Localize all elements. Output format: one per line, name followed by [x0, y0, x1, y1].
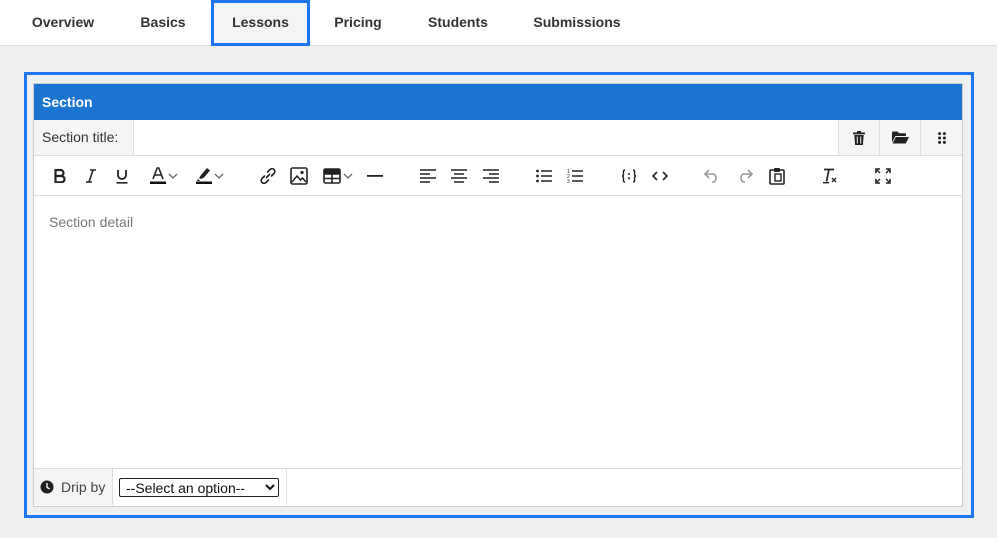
drag-handle-icon: [937, 131, 946, 144]
tab-pricing[interactable]: Pricing: [318, 0, 398, 46]
clear-format-icon: [823, 168, 837, 184]
link-icon: [260, 167, 276, 185]
clear-formatting-button[interactable]: [820, 165, 840, 187]
underline-button[interactable]: [112, 165, 132, 187]
section-detail-editor[interactable]: Section detail: [34, 196, 962, 468]
align-left-icon: [420, 169, 436, 183]
folder-open-icon: [891, 131, 909, 144]
image-icon: [290, 167, 308, 185]
tab-bar: Overview Basics Lessons Pricing Students…: [0, 0, 997, 46]
tab-submissions[interactable]: Submissions: [522, 0, 632, 46]
align-right-icon: [483, 169, 499, 183]
bold-button[interactable]: [50, 165, 70, 187]
bullet-list-button[interactable]: [534, 165, 554, 187]
redo-button[interactable]: [735, 165, 755, 187]
drip-select[interactable]: --Select an option--: [119, 477, 279, 497]
align-right-button[interactable]: [481, 165, 501, 187]
numbered-list-icon: 123: [567, 169, 583, 184]
section-title-label: Section title:: [34, 120, 134, 155]
table-icon: [323, 168, 341, 184]
code-block-icon: [621, 169, 637, 183]
highlighter-icon: [196, 168, 212, 184]
chevron-down-icon: [214, 173, 224, 179]
redo-icon: [740, 169, 753, 183]
underline-icon: [116, 169, 128, 184]
highlight-color-button[interactable]: [190, 165, 230, 187]
chevron-down-icon: [343, 173, 353, 179]
image-button[interactable]: [289, 165, 309, 187]
source-code-button[interactable]: [650, 165, 670, 187]
drag-handle-button[interactable]: [920, 120, 962, 155]
align-center-button[interactable]: [449, 165, 469, 187]
code-block-button[interactable]: [619, 165, 639, 187]
clipboard-icon: [769, 168, 785, 185]
tab-lessons[interactable]: Lessons: [211, 0, 310, 46]
horizontal-line-icon: [367, 175, 383, 177]
paste-button[interactable]: [767, 165, 787, 187]
undo-button[interactable]: [702, 165, 722, 187]
delete-button[interactable]: [838, 120, 879, 155]
fullscreen-button[interactable]: [873, 165, 893, 187]
undo-icon: [704, 169, 717, 183]
drip-label-text: Drip by: [61, 479, 106, 495]
svg-text:3: 3: [567, 179, 570, 184]
fullscreen-icon: [875, 168, 891, 184]
italic-button[interactable]: [81, 165, 101, 187]
tab-students[interactable]: Students: [414, 0, 502, 46]
bullet-list-icon: [536, 169, 552, 183]
editor-toolbar: 123: [34, 156, 962, 196]
section-title-input[interactable]: [134, 120, 838, 155]
bold-icon: [54, 169, 66, 183]
open-folder-button[interactable]: [879, 120, 920, 155]
table-button[interactable]: [320, 165, 356, 187]
horizontal-rule-button[interactable]: [365, 165, 385, 187]
drip-select-cell: --Select an option--: [113, 469, 287, 505]
tab-basics[interactable]: Basics: [124, 0, 202, 46]
drip-label: Drip by: [34, 469, 113, 505]
section-header: Section: [34, 84, 962, 120]
section-panel: Section Section title: 1 2 3 Section det…: [33, 83, 963, 507]
drip-row: Drip by --Select an option--: [34, 468, 962, 505]
trash-icon: [853, 130, 865, 145]
section-title-row: Section title:: [34, 120, 962, 156]
text-color-icon: [150, 167, 166, 184]
source-code-icon: [652, 171, 668, 181]
tab-overview[interactable]: Overview: [24, 0, 102, 46]
align-center-icon: [451, 169, 467, 183]
link-button[interactable]: [258, 165, 278, 187]
chevron-down-icon: [168, 173, 178, 179]
numbered-list-button[interactable]: 123: [565, 165, 585, 187]
text-color-button[interactable]: [144, 165, 184, 187]
clock-icon: [40, 480, 54, 494]
align-left-button[interactable]: [418, 165, 438, 187]
italic-icon: [86, 169, 96, 183]
section-detail-placeholder: Section detail: [49, 214, 134, 230]
